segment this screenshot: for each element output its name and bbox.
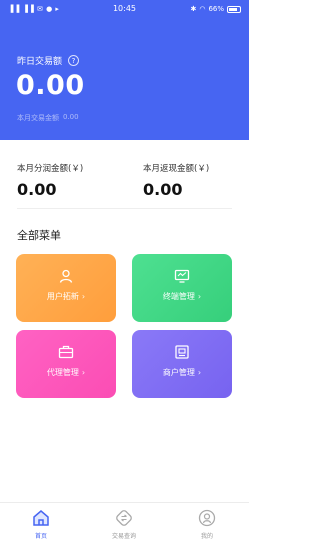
chevron-right-icon: › (197, 292, 202, 301)
tab-home[interactable]: 首页 (11, 508, 71, 540)
help-icon[interactable]: ? (68, 55, 80, 66)
menu-title: 全部菜单 (17, 229, 61, 242)
header-banner: ▐▐ ▐▐ ✉ ● ▸ 10:45 ✱ ◠ 66% 昨日交易额 ? 0.00 本… (0, 0, 249, 140)
divider (17, 208, 232, 209)
cashback-value: 0.00 (143, 180, 183, 199)
cashback-stat: 本月返现金额(￥) 0.00 (143, 162, 209, 199)
month-volume: 本月交易金额 0.00 (17, 113, 79, 123)
terminal-management-tile[interactable]: 终端管理 › (132, 254, 232, 322)
terminal-management-label: 终端管理 (162, 292, 195, 301)
month-volume-value: 0.00 (63, 113, 79, 121)
briefcase-icon (58, 345, 74, 359)
yesterday-volume-value: 0.00 (16, 70, 85, 101)
merchant-management-label: 商户管理 (162, 368, 195, 377)
monitor-icon (174, 269, 190, 283)
exchange-icon (116, 510, 132, 526)
profit-share-stat: 本月分润金额(￥) 0.00 (17, 162, 83, 199)
hero-label-text: 昨日交易额 (17, 57, 63, 67)
tab-transactions-label: 交易查询 (111, 533, 136, 540)
battery-icon (227, 5, 241, 13)
user-icon (59, 269, 73, 283)
tab-profile-label: 我的 (200, 533, 213, 540)
user-expansion-tile[interactable]: 用户拓新 › (16, 254, 116, 322)
wifi-icon: ◠ (199, 5, 206, 13)
stats-panel: 本月分润金额(￥) 0.00 本月返现金额(￥) 0.00 (0, 140, 249, 210)
store-icon (175, 345, 189, 359)
battery-percent: 66% (208, 5, 224, 13)
profit-share-label: 本月分润金额(￥) (17, 164, 84, 174)
yesterday-volume-label: 昨日交易额 ? (17, 54, 80, 67)
user-expansion-label: 用户拓新 (46, 292, 79, 301)
bluetooth-icon: ✱ (190, 5, 197, 13)
profile-icon (198, 509, 216, 527)
tab-transactions[interactable]: 交易查询 (94, 508, 154, 540)
bottom-tab-bar: 首页 交易查询 我的 (0, 502, 249, 545)
month-volume-label: 本月交易金额 (17, 114, 59, 122)
agent-management-label: 代理管理 (46, 368, 79, 377)
tab-profile[interactable]: 我的 (177, 508, 237, 540)
chevron-right-icon: › (81, 292, 86, 301)
chevron-right-icon: › (197, 368, 202, 377)
merchant-management-tile[interactable]: 商户管理 › (132, 330, 232, 398)
status-bar: ▐▐ ▐▐ ✉ ● ▸ 10:45 ✱ ◠ 66% (0, 0, 249, 20)
status-right: ✱ ◠ 66% (190, 5, 241, 13)
cashback-label: 本月返现金额(￥) (143, 164, 210, 174)
tab-home-label: 首页 (34, 533, 47, 540)
home-icon (33, 510, 49, 526)
chevron-right-icon: › (81, 368, 86, 377)
profit-share-value: 0.00 (17, 180, 57, 199)
agent-management-tile[interactable]: 代理管理 › (16, 330, 116, 398)
